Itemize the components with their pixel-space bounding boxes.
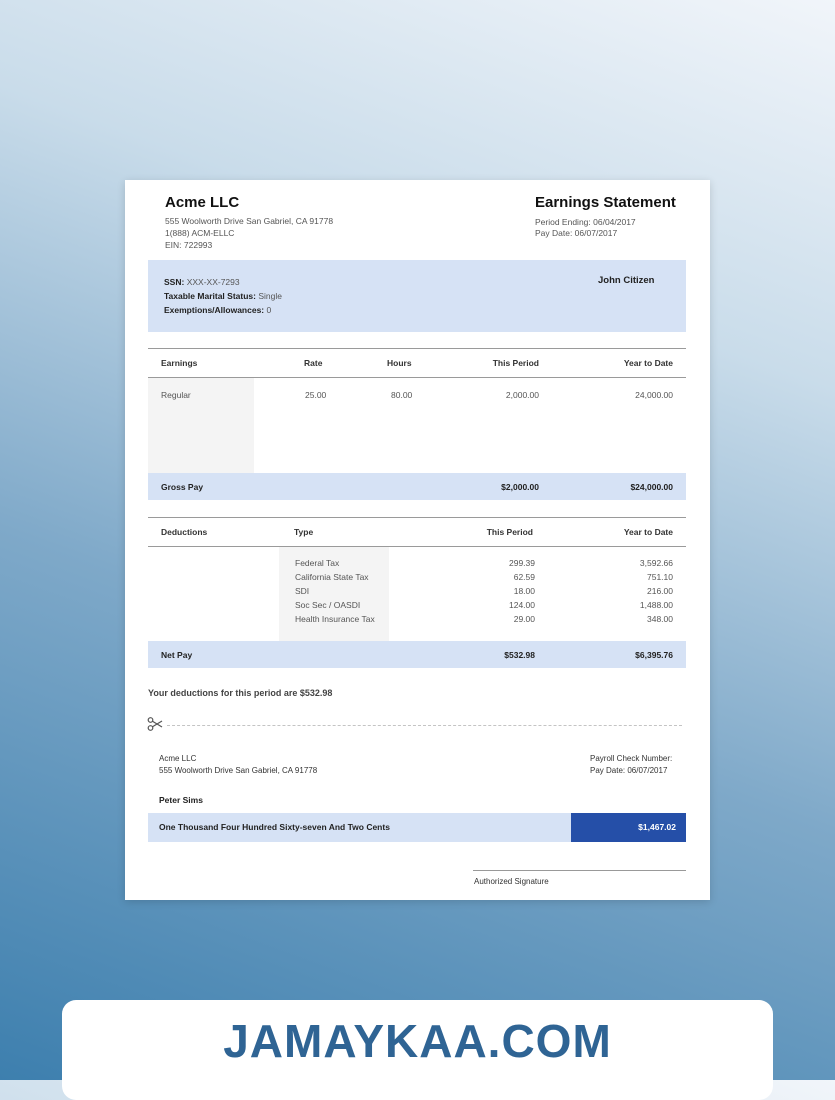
marital-line: Taxable Marital Status: Single (164, 290, 282, 302)
deductions-top-rule (148, 517, 686, 518)
deduction-this-period: 124.00 (509, 600, 535, 610)
signature-line (473, 870, 686, 871)
deduction-type: Soc Sec / OASDI (295, 600, 361, 610)
deductions-header-deductions: Deductions (161, 527, 208, 537)
earnings-header-this-period: This Period (492, 358, 539, 368)
ssn-label: SSN: (164, 277, 185, 287)
net-pay-label: Net Pay (161, 650, 193, 660)
ssn-line: SSN: XXX-XX-7293 (164, 276, 240, 288)
exemptions-line: Exemptions/Allowances: 0 (164, 304, 271, 316)
earnings-header-ytd: Year to Date (623, 358, 673, 368)
deduction-ytd: 348.00 (647, 614, 673, 624)
deduction-type: California State Tax (295, 572, 369, 582)
payee-name: Peter Sims (159, 795, 203, 805)
deduction-ytd: 216.00 (647, 586, 673, 596)
deduction-this-period: 29.00 (513, 614, 535, 624)
earning-this-period: 2,000.00 (505, 390, 539, 400)
earning-rate: 25.00 (305, 390, 327, 400)
check-address: 555 Woolworth Drive San Gabriel, CA 9177… (159, 766, 318, 775)
deductions-header-rule (148, 546, 686, 547)
watermark-banner: JAMAYKAA.COM (62, 1000, 773, 1100)
scissors-icon (147, 716, 163, 732)
earnings-top-rule (148, 348, 686, 349)
company-ein: EIN: 722993 (165, 240, 213, 250)
exemptions-value: 0 (266, 305, 272, 315)
earnings-header-earnings: Earnings (161, 358, 198, 368)
check-amount-box: $1,467.02 (571, 813, 686, 842)
earnings-header-hours: Hours (387, 358, 412, 368)
earning-name: Regular (161, 390, 191, 400)
employee-info-band: SSN: XXX-XX-7293 Taxable Marital Status:… (148, 260, 686, 332)
net-pay-period: $532.98 (504, 650, 535, 660)
deduction-type: Federal Tax (295, 558, 340, 568)
marital-label: Taxable Marital Status: (164, 291, 256, 301)
gross-pay-band: Gross Pay $2,000.00 $24,000.00 (148, 473, 686, 500)
deduction-type: SDI (295, 586, 310, 596)
net-pay-ytd: $6,395.76 (635, 650, 673, 660)
earnings-statement-document: Acme LLC 555 Woolworth Drive San Gabriel… (125, 180, 710, 900)
cut-line (167, 725, 682, 726)
deduction-ytd: 751.10 (647, 572, 673, 582)
deductions-header-this-period: This Period (486, 527, 533, 537)
employee-name: John Citizen (598, 275, 655, 286)
deduction-ytd: 1,488.00 (639, 600, 673, 610)
check-pay-date: Pay Date: 06/07/2017 (590, 766, 668, 775)
check-number-label: Payroll Check Number: (590, 754, 673, 763)
earnings-header-rate: Rate (304, 358, 323, 368)
marital-value: Single (258, 291, 282, 301)
signature-label: Authorized Signature (474, 877, 549, 886)
exemptions-label: Exemptions/Allowances: (164, 305, 265, 315)
gross-pay-period: $2,000.00 (501, 482, 539, 492)
company-name: Acme LLC (165, 194, 240, 211)
watermark-text: JAMAYKAA.COM (223, 1015, 612, 1067)
check-amount: $1,467.02 (638, 822, 676, 832)
net-pay-band: Net Pay $532.98 $6,395.76 (148, 641, 686, 668)
amount-in-words: One Thousand Four Hundred Sixty-seven An… (159, 822, 390, 832)
gross-pay-label: Gross Pay (161, 482, 204, 492)
statement-title: Earnings Statement (535, 194, 676, 211)
deduction-this-period: 62.59 (513, 572, 535, 582)
deduction-this-period: 299.39 (509, 558, 535, 568)
deductions-header-type: Type (294, 527, 314, 537)
check-company: Acme LLC (159, 754, 197, 763)
deduction-type: Health Insurance Tax (295, 614, 375, 624)
deduction-ytd: 3,592.66 (639, 558, 673, 568)
deductions-summary: Your deductions for this period are $532… (148, 688, 333, 698)
earning-hours: 80.00 (391, 390, 413, 400)
deductions-header-ytd: Year to Date (623, 527, 673, 537)
company-address: 555 Woolworth Drive San Gabriel, CA 9177… (165, 216, 334, 226)
pay-date: Pay Date: 06/07/2017 (535, 228, 618, 238)
earning-ytd: 24,000.00 (635, 390, 673, 400)
ssn-value: XXX-XX-7293 (186, 277, 240, 287)
gross-pay-ytd: $24,000.00 (630, 482, 673, 492)
deduction-this-period: 18.00 (513, 586, 535, 596)
company-phone: 1(888) ACM-ELLC (165, 228, 235, 238)
